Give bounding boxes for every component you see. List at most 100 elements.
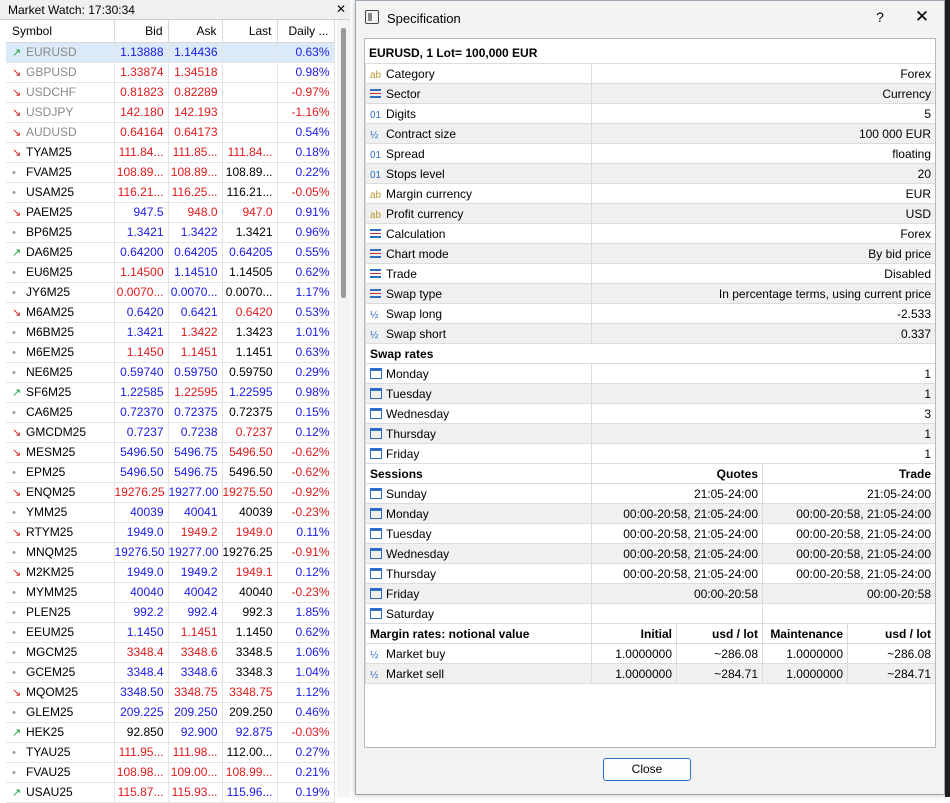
column-header-symbol[interactable]: Symbol (6, 20, 115, 43)
market-watch-row[interactable]: • GLEM25 209.225 209.250 209.250 0.46% (6, 702, 335, 723)
close-icon[interactable]: ✕ (910, 7, 934, 27)
market-watch-row[interactable]: ↘ AUDUSD 0.64164 0.64173 0.54% (6, 122, 335, 143)
bid-cell: 1.3421 (114, 222, 169, 243)
symbol-name: EU6M25 (26, 265, 73, 279)
market-watch-row[interactable]: ↘ TYAM25 111.84... 111.85... 111.84... 0.18% (6, 142, 335, 163)
symbol-cell[interactable]: • EEUM25 (6, 622, 115, 643)
close-button[interactable]: Close (603, 758, 691, 781)
symbol-cell[interactable]: • GLEM25 (6, 702, 115, 723)
market-watch-row[interactable]: ↘ MQOM25 3348.50 3348.75 3348.75 1.12% (6, 682, 335, 703)
column-header-last[interactable]: Last (222, 20, 278, 43)
market-watch-row[interactable]: • EEUM25 1.1450 1.1451 1.1450 0.62% (6, 622, 335, 643)
market-watch-row[interactable]: • TYAU25 111.95... 111.98... 112.00... 0.27% (6, 742, 335, 763)
symbol-cell[interactable]: • TYAU25 (6, 742, 115, 763)
market-watch-row[interactable]: • BP6M25 1.3421 1.3422 1.3421 0.96% (6, 222, 335, 243)
column-header-ask[interactable]: Ask (168, 20, 223, 43)
market-watch-row[interactable]: ↘ USDJPY 142.180 142.193 -1.16% (6, 102, 335, 123)
symbol-cell[interactable]: • EU6M25 (6, 262, 115, 283)
market-watch-row[interactable]: ↘ PAEM25 947.5 948.0 947.0 0.91% (6, 202, 335, 223)
market-watch-row[interactable]: ↘ USDCHF 0.81823 0.82289 -0.97% (6, 82, 335, 103)
symbol-cell[interactable]: ↘ TYAM25 (6, 142, 115, 163)
market-watch-row[interactable]: • USAM25 116.21... 116.25... 116.21... -0.05% (6, 182, 335, 203)
session-trade: 00:00-20:58, 21:05-24:00 (762, 503, 935, 524)
session-row: Sunday 21:05-24:00 21:05-24:00 (365, 483, 935, 504)
market-watch-row[interactable]: • GCEM25 3348.4 3348.6 3348.3 1.04% (6, 662, 335, 683)
symbol-cell[interactable]: • M6BM25 (6, 322, 115, 343)
market-watch-row[interactable]: ↗ HEK25 92.850 92.900 92.875 -0.03% (6, 722, 335, 743)
symbol-cell[interactable]: • JY6M25 (6, 282, 115, 303)
symbol-cell[interactable]: ↗ SF6M25 (6, 382, 115, 403)
market-watch-row[interactable]: • JY6M25 0.0070... 0.0070... 0.0070... 1.17% (6, 282, 335, 303)
symbol-cell[interactable]: • MNQM25 (6, 542, 115, 563)
market-watch-row[interactable]: • MNQM25 19276.50 19277.00 19276.25 -0.91% (6, 542, 335, 563)
market-watch-close-icon[interactable]: ✕ (336, 2, 346, 16)
symbol-cell[interactable]: ↘ ENQM25 (6, 482, 115, 503)
symbol-cell[interactable]: • MGCM25 (6, 642, 115, 663)
market-watch-scrollbar[interactable] (337, 20, 350, 797)
symbol-cell[interactable]: • EPM25 (6, 462, 115, 483)
market-watch-row[interactable]: • YMM25 40039 40041 40039 -0.23% (6, 502, 335, 523)
symbol-cell[interactable]: • MYMM25 (6, 582, 115, 603)
market-watch-row[interactable]: ↘ M6AM25 0.6420 0.6421 0.6420 0.53% (6, 302, 335, 323)
symbol-cell[interactable]: • PLEN25 (6, 602, 115, 623)
symbol-cell[interactable]: • BP6M25 (6, 222, 115, 243)
market-watch-row[interactable]: ↗ DA6M25 0.64200 0.64205 0.64205 0.55% (6, 242, 335, 263)
market-watch-row[interactable]: ↗ SF6M25 1.22585 1.22595 1.22595 0.98% (6, 382, 335, 403)
market-watch-row[interactable]: • MGCM25 3348.4 3348.6 3348.5 1.06% (6, 642, 335, 663)
market-watch-row[interactable]: • M6EM25 1.1450 1.1451 1.1451 0.63% (6, 342, 335, 363)
market-watch-row[interactable]: • PLEN25 992.2 992.4 992.3 1.85% (6, 602, 335, 623)
market-watch-row[interactable]: ↘ GBPUSD 1.33874 1.34518 0.98% (6, 62, 335, 83)
symbol-cell[interactable]: • USAM25 (6, 182, 115, 203)
symbol-cell[interactable]: ↘ M6AM25 (6, 302, 115, 323)
column-header-daily[interactable]: Daily ... (277, 20, 335, 43)
daily-cell: 0.54% (277, 122, 335, 143)
help-icon[interactable]: ? (870, 9, 890, 25)
symbol-cell[interactable]: ↗ EURUSD (6, 42, 115, 63)
symbol-cell[interactable]: ↘ USDJPY (6, 102, 115, 123)
market-watch-row[interactable]: ↘ RTYM25 1949.0 1949.2 1949.0 0.11% (6, 522, 335, 543)
market-watch-row[interactable]: ↘ MESM25 5496.50 5496.75 5496.50 -0.62% (6, 442, 335, 463)
market-watch-row[interactable]: • FVAU25 108.98... 109.00... 108.99... 0.21% (6, 762, 335, 783)
symbol-cell[interactable]: ↘ M2KM25 (6, 562, 115, 583)
market-watch-row[interactable]: ↗ EURUSD 1.13888 1.14436 0.63% (6, 42, 335, 63)
symbol-cell[interactable]: ↘ USDCHF (6, 82, 115, 103)
symbol-cell[interactable]: • GCEM25 (6, 662, 115, 683)
text-type-icon: ab (370, 69, 382, 81)
market-watch-row[interactable]: • FVAM25 108.89... 108.89... 108.89... 0.22% (6, 162, 335, 183)
symbol-cell[interactable]: • NE6M25 (6, 362, 115, 383)
arrow-down-icon: ↘ (12, 567, 22, 579)
market-watch-row[interactable]: • EPM25 5496.50 5496.75 5496.50 -0.62% (6, 462, 335, 483)
symbol-cell[interactable]: ↗ USAU25 (6, 782, 115, 803)
symbol-cell[interactable]: ↘ MESM25 (6, 442, 115, 463)
symbol-cell[interactable]: ↘ GBPUSD (6, 62, 115, 83)
market-watch-row[interactable]: ↗ USAU25 115.87... 115.93... 115.96... 0.19% (6, 782, 335, 803)
market-watch-row[interactable]: ↘ ENQM25 19276.25 19277.00 19275.50 -0.92% (6, 482, 335, 503)
symbol-cell[interactable]: ↘ GMCDM25 (6, 422, 115, 443)
session-day: Friday (386, 586, 420, 601)
symbol-cell[interactable]: • CA6M25 (6, 402, 115, 423)
symbol-cell[interactable]: • FVAM25 (6, 162, 115, 183)
bid-cell: 19276.50 (114, 542, 169, 563)
symbol-cell[interactable]: • M6EM25 (6, 342, 115, 363)
last-cell: 0.59750 (222, 362, 278, 383)
column-header-bid[interactable]: Bid (114, 20, 169, 43)
margin-initial: 1.0000000 (591, 663, 677, 684)
market-watch-row[interactable]: • M6BM25 1.3421 1.3422 1.3423 1.01% (6, 322, 335, 343)
symbol-cell[interactable]: ↗ HEK25 (6, 722, 115, 743)
scrollbar-thumb[interactable] (341, 28, 346, 298)
symbol-cell[interactable]: ↘ PAEM25 (6, 202, 115, 223)
symbol-cell[interactable]: • YMM25 (6, 502, 115, 523)
symbol-cell[interactable]: • FVAU25 (6, 762, 115, 783)
symbol-cell[interactable]: ↘ AUDUSD (6, 122, 115, 143)
market-watch-row[interactable]: • MYMM25 40040 40042 40040 -0.23% (6, 582, 335, 603)
symbol-cell[interactable]: ↘ RTYM25 (6, 522, 115, 543)
market-watch-row[interactable]: • EU6M25 1.14500 1.14510 1.14505 0.62% (6, 262, 335, 283)
market-watch-row[interactable]: ↘ GMCDM25 0.7237 0.7238 0.7237 0.12% (6, 422, 335, 443)
market-watch-row[interactable]: ↘ M2KM25 1949.0 1949.2 1949.1 0.12% (6, 562, 335, 583)
symbol-cell[interactable]: ↘ MQOM25 (6, 682, 115, 703)
symbol-cell[interactable]: ↗ DA6M25 (6, 242, 115, 263)
market-watch-row[interactable]: • CA6M25 0.72370 0.72375 0.72375 0.15% (6, 402, 335, 423)
daily-cell: -0.97% (277, 82, 335, 103)
market-watch-row[interactable]: • NE6M25 0.59740 0.59750 0.59750 0.29% (6, 362, 335, 383)
symbol-name: M6BM25 (26, 325, 75, 339)
